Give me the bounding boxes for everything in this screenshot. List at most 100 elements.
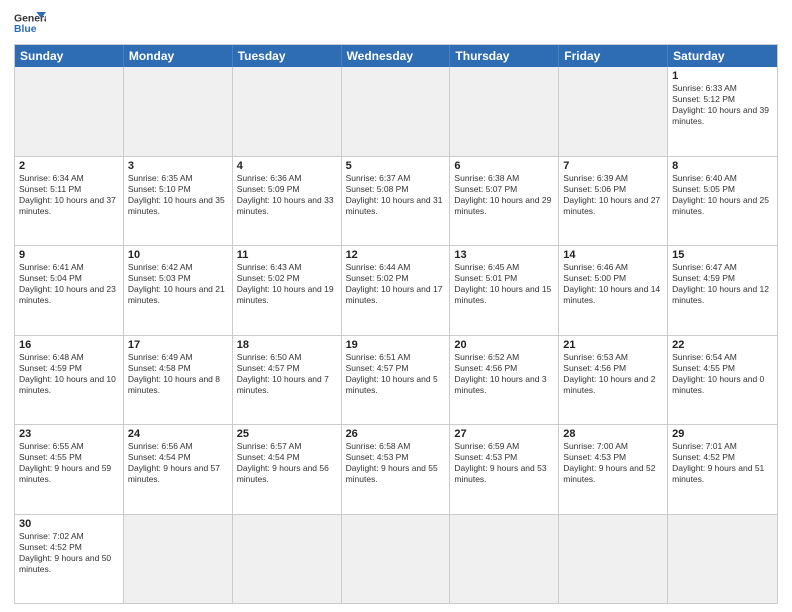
cell-sun-info: Sunrise: 6:51 AM Sunset: 4:57 PM Dayligh… (346, 352, 446, 396)
calendar-cell-empty (342, 515, 451, 604)
day-number: 17 (128, 339, 228, 351)
day-number: 1 (672, 70, 773, 82)
day-number: 14 (563, 249, 663, 261)
logo: General Blue (14, 10, 46, 38)
cell-sun-info: Sunrise: 6:40 AM Sunset: 5:05 PM Dayligh… (672, 173, 773, 217)
calendar-cell-day-1: 1Sunrise: 6:33 AM Sunset: 5:12 PM Daylig… (668, 67, 777, 156)
day-number: 25 (237, 428, 337, 440)
day-number: 10 (128, 249, 228, 261)
day-number: 7 (563, 160, 663, 172)
calendar-cell-day-14: 14Sunrise: 6:46 AM Sunset: 5:00 PM Dayli… (559, 246, 668, 335)
day-number: 4 (237, 160, 337, 172)
cell-sun-info: Sunrise: 6:42 AM Sunset: 5:03 PM Dayligh… (128, 262, 228, 306)
calendar-cell-empty (559, 515, 668, 604)
cell-sun-info: Sunrise: 6:55 AM Sunset: 4:55 PM Dayligh… (19, 441, 119, 485)
cell-sun-info: Sunrise: 6:44 AM Sunset: 5:02 PM Dayligh… (346, 262, 446, 306)
calendar-cell-day-16: 16Sunrise: 6:48 AM Sunset: 4:59 PM Dayli… (15, 336, 124, 425)
cell-sun-info: Sunrise: 6:43 AM Sunset: 5:02 PM Dayligh… (237, 262, 337, 306)
day-number: 27 (454, 428, 554, 440)
weekday-header-friday: Friday (559, 45, 668, 67)
cell-sun-info: Sunrise: 6:35 AM Sunset: 5:10 PM Dayligh… (128, 173, 228, 217)
calendar-cell-day-15: 15Sunrise: 6:47 AM Sunset: 4:59 PM Dayli… (668, 246, 777, 335)
day-number: 23 (19, 428, 119, 440)
calendar-body: 1Sunrise: 6:33 AM Sunset: 5:12 PM Daylig… (15, 67, 777, 603)
calendar-cell-empty (342, 67, 451, 156)
cell-sun-info: Sunrise: 6:37 AM Sunset: 5:08 PM Dayligh… (346, 173, 446, 217)
day-number: 11 (237, 249, 337, 261)
calendar-cell-day-26: 26Sunrise: 6:58 AM Sunset: 4:53 PM Dayli… (342, 425, 451, 514)
calendar-cell-empty (450, 515, 559, 604)
calendar-cell-day-18: 18Sunrise: 6:50 AM Sunset: 4:57 PM Dayli… (233, 336, 342, 425)
calendar-row-2: 9Sunrise: 6:41 AM Sunset: 5:04 PM Daylig… (15, 245, 777, 335)
day-number: 13 (454, 249, 554, 261)
day-number: 21 (563, 339, 663, 351)
day-number: 5 (346, 160, 446, 172)
calendar-cell-day-8: 8Sunrise: 6:40 AM Sunset: 5:05 PM Daylig… (668, 157, 777, 246)
weekday-header-wednesday: Wednesday (342, 45, 451, 67)
cell-sun-info: Sunrise: 7:02 AM Sunset: 4:52 PM Dayligh… (19, 531, 119, 575)
day-number: 22 (672, 339, 773, 351)
calendar-cell-day-4: 4Sunrise: 6:36 AM Sunset: 5:09 PM Daylig… (233, 157, 342, 246)
cell-sun-info: Sunrise: 6:54 AM Sunset: 4:55 PM Dayligh… (672, 352, 773, 396)
weekday-header-sunday: Sunday (15, 45, 124, 67)
calendar: SundayMondayTuesdayWednesdayThursdayFrid… (14, 44, 778, 604)
cell-sun-info: Sunrise: 6:58 AM Sunset: 4:53 PM Dayligh… (346, 441, 446, 485)
cell-sun-info: Sunrise: 6:53 AM Sunset: 4:56 PM Dayligh… (563, 352, 663, 396)
cell-sun-info: Sunrise: 6:56 AM Sunset: 4:54 PM Dayligh… (128, 441, 228, 485)
day-number: 15 (672, 249, 773, 261)
calendar-cell-day-11: 11Sunrise: 6:43 AM Sunset: 5:02 PM Dayli… (233, 246, 342, 335)
cell-sun-info: Sunrise: 6:59 AM Sunset: 4:53 PM Dayligh… (454, 441, 554, 485)
day-number: 16 (19, 339, 119, 351)
day-number: 28 (563, 428, 663, 440)
day-number: 30 (19, 518, 119, 530)
cell-sun-info: Sunrise: 6:47 AM Sunset: 4:59 PM Dayligh… (672, 262, 773, 306)
day-number: 20 (454, 339, 554, 351)
day-number: 3 (128, 160, 228, 172)
calendar-cell-day-23: 23Sunrise: 6:55 AM Sunset: 4:55 PM Dayli… (15, 425, 124, 514)
calendar-cell-day-3: 3Sunrise: 6:35 AM Sunset: 5:10 PM Daylig… (124, 157, 233, 246)
cell-sun-info: Sunrise: 6:49 AM Sunset: 4:58 PM Dayligh… (128, 352, 228, 396)
calendar-cell-day-21: 21Sunrise: 6:53 AM Sunset: 4:56 PM Dayli… (559, 336, 668, 425)
day-number: 9 (19, 249, 119, 261)
calendar-row-0: 1Sunrise: 6:33 AM Sunset: 5:12 PM Daylig… (15, 67, 777, 156)
calendar-cell-day-24: 24Sunrise: 6:56 AM Sunset: 4:54 PM Dayli… (124, 425, 233, 514)
calendar-header: SundayMondayTuesdayWednesdayThursdayFrid… (15, 45, 777, 67)
calendar-cell-day-30: 30Sunrise: 7:02 AM Sunset: 4:52 PM Dayli… (15, 515, 124, 604)
cell-sun-info: Sunrise: 6:45 AM Sunset: 5:01 PM Dayligh… (454, 262, 554, 306)
day-number: 26 (346, 428, 446, 440)
calendar-cell-day-20: 20Sunrise: 6:52 AM Sunset: 4:56 PM Dayli… (450, 336, 559, 425)
calendar-cell-empty (559, 67, 668, 156)
calendar-row-4: 23Sunrise: 6:55 AM Sunset: 4:55 PM Dayli… (15, 424, 777, 514)
calendar-cell-day-22: 22Sunrise: 6:54 AM Sunset: 4:55 PM Dayli… (668, 336, 777, 425)
day-number: 8 (672, 160, 773, 172)
calendar-cell-day-5: 5Sunrise: 6:37 AM Sunset: 5:08 PM Daylig… (342, 157, 451, 246)
calendar-row-3: 16Sunrise: 6:48 AM Sunset: 4:59 PM Dayli… (15, 335, 777, 425)
calendar-cell-empty (450, 67, 559, 156)
cell-sun-info: Sunrise: 6:41 AM Sunset: 5:04 PM Dayligh… (19, 262, 119, 306)
cell-sun-info: Sunrise: 6:39 AM Sunset: 5:06 PM Dayligh… (563, 173, 663, 217)
day-number: 2 (19, 160, 119, 172)
cell-sun-info: Sunrise: 6:48 AM Sunset: 4:59 PM Dayligh… (19, 352, 119, 396)
calendar-cell-day-29: 29Sunrise: 7:01 AM Sunset: 4:52 PM Dayli… (668, 425, 777, 514)
weekday-header-thursday: Thursday (450, 45, 559, 67)
calendar-cell-day-27: 27Sunrise: 6:59 AM Sunset: 4:53 PM Dayli… (450, 425, 559, 514)
day-number: 12 (346, 249, 446, 261)
cell-sun-info: Sunrise: 6:38 AM Sunset: 5:07 PM Dayligh… (454, 173, 554, 217)
calendar-cell-day-28: 28Sunrise: 7:00 AM Sunset: 4:53 PM Dayli… (559, 425, 668, 514)
calendar-cell-empty (124, 67, 233, 156)
calendar-cell-day-12: 12Sunrise: 6:44 AM Sunset: 5:02 PM Dayli… (342, 246, 451, 335)
calendar-cell-empty (233, 67, 342, 156)
calendar-cell-day-25: 25Sunrise: 6:57 AM Sunset: 4:54 PM Dayli… (233, 425, 342, 514)
calendar-cell-day-6: 6Sunrise: 6:38 AM Sunset: 5:07 PM Daylig… (450, 157, 559, 246)
header: General Blue (14, 10, 778, 38)
cell-sun-info: Sunrise: 6:50 AM Sunset: 4:57 PM Dayligh… (237, 352, 337, 396)
calendar-cell-day-17: 17Sunrise: 6:49 AM Sunset: 4:58 PM Dayli… (124, 336, 233, 425)
day-number: 18 (237, 339, 337, 351)
day-number: 24 (128, 428, 228, 440)
cell-sun-info: Sunrise: 6:52 AM Sunset: 4:56 PM Dayligh… (454, 352, 554, 396)
calendar-row-5: 30Sunrise: 7:02 AM Sunset: 4:52 PM Dayli… (15, 514, 777, 604)
calendar-cell-day-10: 10Sunrise: 6:42 AM Sunset: 5:03 PM Dayli… (124, 246, 233, 335)
calendar-cell-day-13: 13Sunrise: 6:45 AM Sunset: 5:01 PM Dayli… (450, 246, 559, 335)
weekday-header-monday: Monday (124, 45, 233, 67)
calendar-cell-day-7: 7Sunrise: 6:39 AM Sunset: 5:06 PM Daylig… (559, 157, 668, 246)
